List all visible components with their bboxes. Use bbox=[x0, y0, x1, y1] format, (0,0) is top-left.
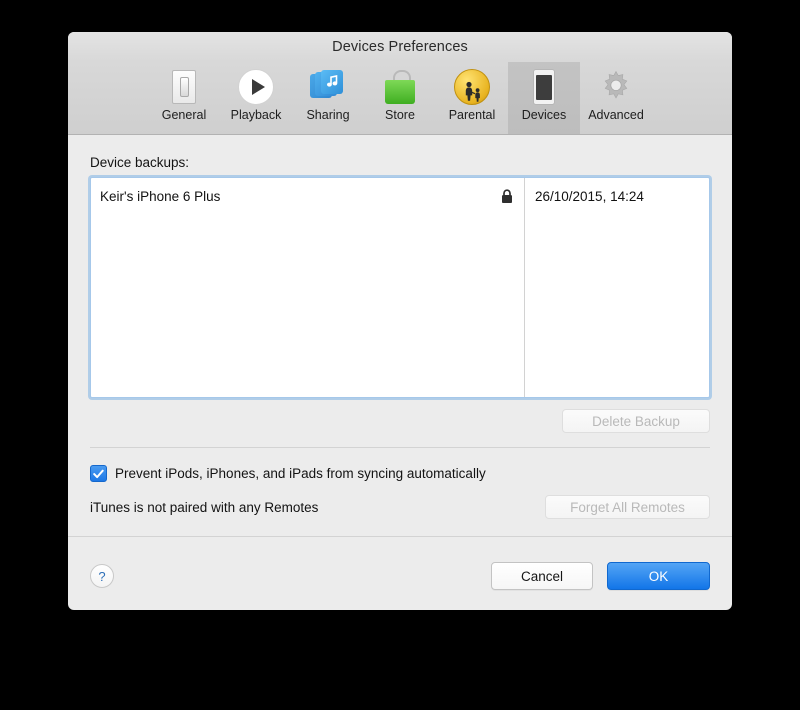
toolbar-label-sharing: Sharing bbox=[306, 108, 350, 122]
titlebar: Devices Preferences bbox=[68, 32, 732, 62]
window-title: Devices Preferences bbox=[332, 39, 468, 55]
section-divider bbox=[90, 447, 710, 448]
play-circle-icon bbox=[237, 68, 275, 106]
iphone-icon bbox=[525, 68, 563, 106]
toolbar-label-parental: Parental bbox=[448, 108, 496, 122]
prevent-sync-label: Prevent iPods, iPhones, and iPads from s… bbox=[115, 466, 486, 481]
parental-controls-icon bbox=[453, 68, 491, 106]
ok-button[interactable]: OK bbox=[607, 562, 710, 590]
help-button[interactable]: ? bbox=[90, 564, 114, 588]
light-switch-icon bbox=[165, 68, 203, 106]
toolbar-item-store[interactable]: Store bbox=[364, 62, 436, 134]
lock-icon bbox=[501, 189, 513, 204]
toolbar-item-devices[interactable]: Devices bbox=[508, 62, 580, 134]
toolbar-label-advanced: Advanced bbox=[588, 108, 644, 122]
footer-divider bbox=[68, 536, 732, 537]
shared-library-icon bbox=[309, 68, 347, 106]
remotes-row: iTunes is not paired with any Remotes Fo… bbox=[90, 495, 710, 519]
toolbar-item-advanced[interactable]: Advanced bbox=[580, 62, 652, 134]
cancel-button[interactable]: Cancel bbox=[491, 562, 593, 590]
toolbar-item-playback[interactable]: Playback bbox=[220, 62, 292, 134]
backup-row-name[interactable]: Keir's iPhone 6 Plus bbox=[100, 189, 220, 204]
forget-remotes-button[interactable]: Forget All Remotes bbox=[545, 495, 710, 519]
delete-backup-row: Delete Backup bbox=[90, 409, 710, 433]
toolbar-item-parental[interactable]: Parental bbox=[436, 62, 508, 134]
shopping-bag-icon bbox=[381, 68, 419, 106]
toolbar-label-store: Store bbox=[385, 108, 415, 122]
prevent-sync-row[interactable]: Prevent iPods, iPhones, and iPads from s… bbox=[90, 465, 710, 482]
device-backups-label: Device backups: bbox=[90, 155, 190, 170]
dialog-button-bar: ? Cancel OK bbox=[68, 542, 732, 610]
gear-icon bbox=[597, 68, 635, 106]
backup-name-column: Keir's iPhone 6 Plus bbox=[91, 178, 525, 397]
prevent-sync-checkbox[interactable] bbox=[90, 465, 107, 482]
device-backups-list[interactable]: Keir's iPhone 6 Plus 26/10/2015, 14:24 bbox=[90, 177, 710, 398]
delete-backup-button[interactable]: Delete Backup bbox=[562, 409, 710, 433]
preferences-toolbar: General Playback Sharing Store Parental … bbox=[68, 62, 732, 135]
toolbar-item-sharing[interactable]: Sharing bbox=[292, 62, 364, 134]
backup-row-date: 26/10/2015, 14:24 bbox=[535, 189, 644, 204]
toolbar-item-general[interactable]: General bbox=[148, 62, 220, 134]
backup-date-column: 26/10/2015, 14:24 bbox=[525, 178, 709, 397]
toolbar-label-playback: Playback bbox=[230, 108, 282, 122]
preferences-content: Device backups: Keir's iPhone 6 Plus 26/… bbox=[68, 135, 732, 542]
toolbar-label-general: General bbox=[161, 108, 207, 122]
toolbar-label-devices: Devices bbox=[521, 108, 567, 122]
remotes-status-text: iTunes is not paired with any Remotes bbox=[90, 499, 319, 515]
devices-preferences-dialog: Devices Preferences General Playback Sha… bbox=[68, 32, 732, 610]
